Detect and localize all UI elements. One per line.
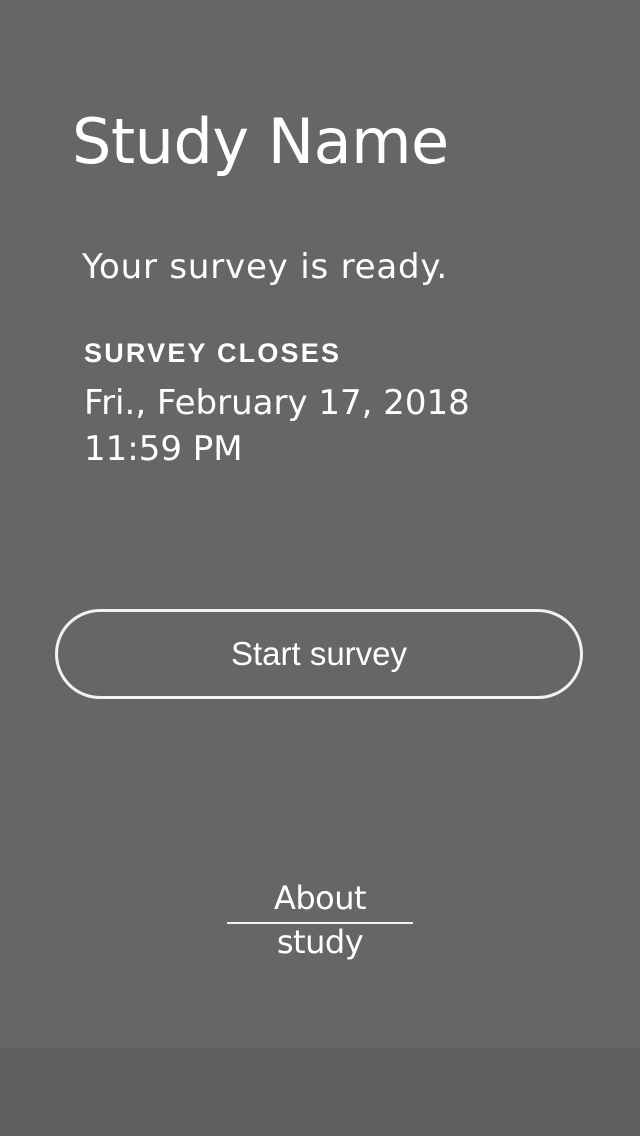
survey-closes-label: SURVEY CLOSES xyxy=(84,338,342,368)
start-survey-button[interactable]: Start survey xyxy=(55,609,583,699)
survey-closes-date: Fri., February 17, 2018 xyxy=(84,383,470,423)
bottom-bar xyxy=(0,1048,640,1136)
page-title: Study Name xyxy=(72,105,449,178)
about-study-link[interactable]: About study xyxy=(227,876,413,961)
survey-screen: Study Name Your survey is ready. SURVEY … xyxy=(0,0,640,1048)
survey-status-text: Your survey is ready. xyxy=(82,247,449,287)
survey-closes-time: 11:59 PM xyxy=(84,429,243,469)
